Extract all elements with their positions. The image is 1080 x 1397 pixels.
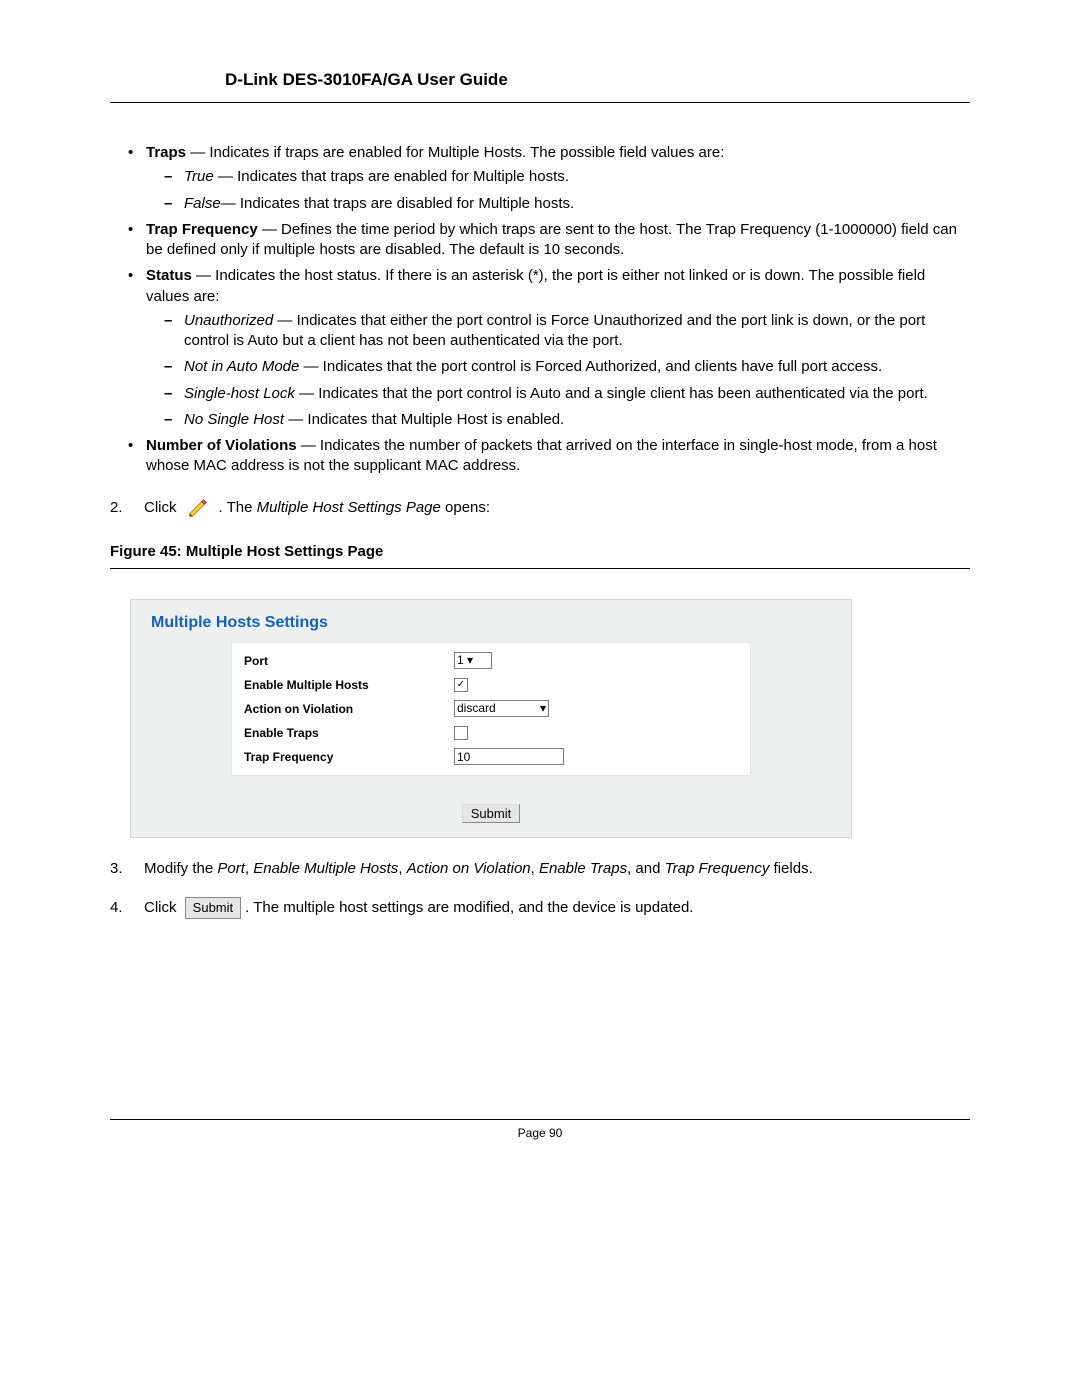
page-number: Page 90 [110, 1126, 970, 1140]
desc: — Indicates the host status. If there is… [146, 267, 925, 304]
term: Status [146, 267, 192, 284]
step-3: 3. Modify the Port, Enable Multiple Host… [110, 858, 970, 879]
submit-wrap: Submit [131, 804, 851, 823]
term: Number of Violations [146, 437, 297, 454]
subitem-singlehost: Single-host Lock — Indicates that the po… [164, 384, 970, 404]
sub-desc: — Indicates that the port control is Aut… [295, 385, 928, 402]
sub-desc: — Indicates that traps are disabled for … [221, 195, 575, 212]
subitem-unauthorized: Unauthorized — Indicates that either the… [164, 311, 970, 352]
subitem-nosingle: No Single Host — Indicates that Multiple… [164, 410, 970, 430]
bullet-violations: Number of Violations — Indicates the num… [128, 436, 970, 477]
action-select[interactable]: discard ▾ [454, 700, 549, 717]
step-text: Modify the Port, Enable Multiple Hosts, … [144, 858, 813, 879]
enable-traps-checkbox[interactable] [454, 726, 468, 740]
label-enable-mh: Enable Multiple Hosts [244, 678, 454, 692]
sub-term: False [184, 195, 221, 212]
figure-rule [110, 568, 970, 569]
step-text: Click Submit. The multiple host settings… [144, 897, 693, 919]
submit-button[interactable]: Submit [462, 804, 520, 823]
settings-panel: Multiple Hosts Settings Port 1 ▾ Enable … [130, 599, 852, 838]
inline-submit-button: Submit [185, 897, 241, 919]
subitem-notauto: Not in Auto Mode — Indicates that the po… [164, 357, 970, 377]
page: D-Link DES-3010FA/GA User Guide Traps — … [0, 0, 1080, 1397]
document-title: D-Link DES-3010FA/GA User Guide [225, 70, 970, 90]
desc: — Defines the time period by which traps… [146, 221, 957, 258]
label-enable-traps: Enable Traps [244, 726, 454, 740]
sub-desc: — Indicates that traps are enabled for M… [214, 168, 569, 185]
sub-term: Single-host Lock [184, 385, 295, 402]
subitem-true: True — Indicates that traps are enabled … [164, 167, 970, 187]
step-number: 3. [110, 858, 134, 879]
port-select[interactable]: 1 ▾ [454, 652, 492, 669]
enable-mh-checkbox[interactable]: ✓ [454, 678, 468, 692]
header-rule [110, 102, 970, 103]
sub-term: Not in Auto Mode [184, 358, 299, 375]
sub-desc: — Indicates that Multiple Host is enable… [284, 411, 564, 428]
edit-pencil-icon [187, 497, 209, 519]
desc: — Indicates if traps are enabled for Mul… [186, 144, 724, 161]
row-enable-traps: Enable Traps [232, 721, 750, 745]
sub-term: True [184, 168, 214, 185]
term: Trap Frequency [146, 221, 258, 238]
step-number: 2. [110, 499, 134, 516]
row-trap-freq: Trap Frequency [232, 745, 750, 769]
form-area: Port 1 ▾ Enable Multiple Hosts ✓ Action … [231, 642, 751, 776]
steps-after: 3. Modify the Port, Enable Multiple Host… [110, 858, 970, 919]
definition-list: Traps — Indicates if traps are enabled f… [110, 143, 970, 477]
term: Traps [146, 144, 186, 161]
row-action: Action on Violation discard ▾ [232, 697, 750, 721]
sub-desc: — Indicates that the port control is For… [299, 358, 882, 375]
sub-desc: — Indicates that either the port control… [184, 312, 925, 349]
row-port: Port 1 ▾ [232, 649, 750, 673]
panel-title: Multiple Hosts Settings [151, 614, 851, 632]
sub-term: No Single Host [184, 411, 284, 428]
step-4: 4. Click Submit. The multiple host setti… [110, 897, 970, 919]
step-after: . The Multiple Host Settings Page opens: [219, 499, 491, 516]
step-2: 2. Click . The Multiple Host Settings Pa… [110, 497, 970, 519]
label-action: Action on Violation [244, 702, 454, 716]
footer-rule [110, 1119, 970, 1120]
subitem-false: False— Indicates that traps are disabled… [164, 194, 970, 214]
trap-freq-input[interactable] [454, 748, 564, 765]
sub-term: Unauthorized [184, 312, 273, 329]
figure-caption: Figure 45: Multiple Host Settings Page [110, 543, 970, 560]
label-trap-freq: Trap Frequency [244, 750, 454, 764]
bullet-traps: Traps — Indicates if traps are enabled f… [128, 143, 970, 214]
bullet-status: Status — Indicates the host status. If t… [128, 266, 970, 430]
bullet-trapfreq: Trap Frequency — Defines the time period… [128, 220, 970, 261]
row-enable-mh: Enable Multiple Hosts ✓ [232, 673, 750, 697]
step-number: 4. [110, 897, 134, 918]
label-port: Port [244, 654, 454, 668]
step-text: Click [144, 499, 177, 516]
